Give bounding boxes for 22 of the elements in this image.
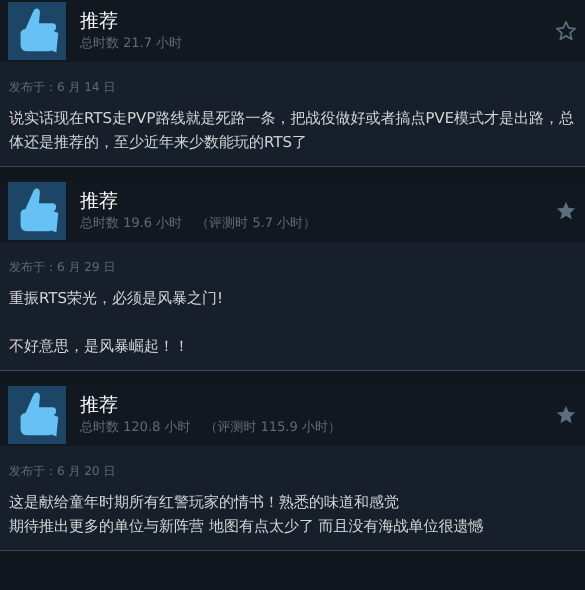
review-verdict: 推荐	[80, 393, 119, 418]
star-icon[interactable]	[555, 200, 577, 222]
review-verdict: 推荐	[80, 189, 119, 214]
thumbs-up-icon	[8, 386, 66, 444]
review-text: 不好意思，是风暴崛起！！	[9, 336, 190, 357]
review-text: 说实话现在RTS走PVP路线就是死路一条，把战役做好或者搞点PVE模式才是出路，总体还是推荐的，至少近年来少数能玩的RTS了	[9, 108, 576, 153]
post-date: 发布于：6 月 20 日	[9, 463, 116, 480]
thumbs-up-icon	[8, 2, 66, 60]
playtime-text: 总时数 19.6 小时	[80, 215, 182, 233]
star-icon[interactable]	[555, 20, 577, 42]
review-playtime-text: （评测时 5.7 小时）	[196, 215, 316, 233]
review-text: 重振RTS荣光，必须是风暴之门!	[9, 288, 224, 309]
playtime-text: 总时数 120.8 小时	[80, 419, 190, 437]
post-date: 发布于：6 月 29 日	[9, 259, 116, 276]
star-icon[interactable]	[555, 404, 577, 426]
review-text: 期待推出更多的单位与新阵营 地图有点太少了 而且没有海战单位很遗憾	[9, 516, 485, 537]
review-text: 这是献给童年时期所有红警玩家的情书！熟悉的味道和感觉	[9, 492, 400, 513]
playtime-text: 总时数 21.7 小时	[80, 35, 182, 53]
review-playtime-text: （评测时 115.9 小时）	[204, 419, 341, 437]
post-date: 发布于：6 月 14 日	[9, 79, 116, 96]
thumbs-up-icon	[8, 182, 66, 240]
review-verdict: 推荐	[80, 9, 119, 34]
